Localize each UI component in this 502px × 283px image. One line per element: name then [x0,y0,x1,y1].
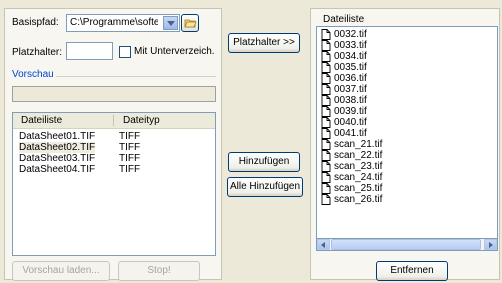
remove-button[interactable]: Entfernen [376,261,448,281]
preview-group-divider [56,76,216,77]
file-icon [321,172,331,183]
scrollbar-thumb[interactable] [331,239,481,250]
scroll-right-icon[interactable] [484,239,497,250]
file-list-table[interactable]: Dateiliste Dateityp DataSheet01.TIF TIFF… [12,112,216,256]
horizontal-scrollbar[interactable] [316,238,498,251]
file-icon [321,84,331,95]
table-header: Dateiliste Dateityp [13,113,215,129]
basispfad-value: C:\Programme\softelec\ [70,17,158,28]
file-icon [321,29,331,40]
file-label: scan_21.tif [334,139,383,150]
file-icon [321,95,331,106]
placeholder-button[interactable]: Platzhalter >> [228,33,300,53]
file-label: 0039.tif [334,106,367,117]
file-icon [321,62,331,73]
chevron-down-icon[interactable] [163,16,178,30]
file-name: DataSheet01.TIF [19,131,96,142]
file-label: scan_25.tif [334,183,383,194]
file-icon [321,150,331,161]
file-icon [321,73,331,84]
browse-folder-button[interactable] [181,14,199,32]
right-file-list[interactable]: 0032.tif 0033.tif 0034.tif 0035.tif 0036… [316,26,498,250]
right-list-header: Dateiliste [323,14,365,25]
file-label: 0040.tif [334,117,367,128]
file-type: TIFF [119,153,141,164]
file-label: 0038.tif [334,95,367,106]
file-icon [321,128,331,139]
file-label: 0032.tif [334,29,367,40]
table-row[interactable]: DataSheet03.TIF TIFF [15,153,213,164]
file-label: 0041.tif [334,128,367,139]
file-label: 0034.tif [334,51,367,62]
file-icon [321,51,331,62]
file-label: scan_24.tif [334,172,383,183]
preview-group-title: Vorschau [12,69,54,80]
file-label: scan_22.tif [334,150,383,161]
subdirs-checkbox[interactable] [119,46,131,58]
basispfad-label: Basispfad: [12,17,59,28]
table-row[interactable]: DataSheet01.TIF TIFF [15,131,213,142]
platzhalter-label: Platzhalter: [12,47,63,58]
file-label: scan_23.tif [334,161,383,172]
file-icon [321,117,331,128]
table-row[interactable]: DataSheet02.TIF TIFF [15,142,213,153]
stop-button[interactable]: Stop! [118,261,200,281]
file-icon [321,40,331,51]
file-name: DataSheet03.TIF [19,153,96,164]
file-icon [321,161,331,172]
file-label: scan_26.tif [334,194,383,205]
file-label: 0037.tif [334,84,367,95]
folder-open-icon [184,19,197,28]
column-header-dateityp[interactable]: Dateityp [123,115,160,126]
add-all-button[interactable]: Alle Hinzufügen [227,177,303,197]
file-icon [321,194,331,205]
file-label: 0033.tif [334,40,367,51]
column-header-dateiliste[interactable]: Dateiliste [21,115,62,126]
table-row[interactable]: DataSheet04.TIF TIFF [15,164,213,175]
file-icon [321,139,331,150]
basispfad-combobox[interactable]: C:\Programme\softelec\ [66,14,180,32]
file-type: TIFF [119,131,141,142]
file-icon [321,106,331,117]
scroll-left-icon[interactable] [317,239,330,250]
file-type: TIFF [119,142,141,153]
preview-load-button[interactable]: Vorschau laden... [12,261,110,281]
column-divider [113,115,114,126]
file-type: TIFF [119,164,141,175]
subdirs-label: Mit Unterverzeich. [134,46,215,57]
file-label: 0035.tif [334,62,367,73]
add-button[interactable]: Hinzufügen [228,152,300,172]
file-name: DataSheet02.TIF [19,142,96,153]
file-name: DataSheet04.TIF [19,164,96,175]
platzhalter-input[interactable] [66,42,113,60]
file-label: 0036.tif [334,73,367,84]
file-icon [321,183,331,194]
preview-field [12,86,216,102]
